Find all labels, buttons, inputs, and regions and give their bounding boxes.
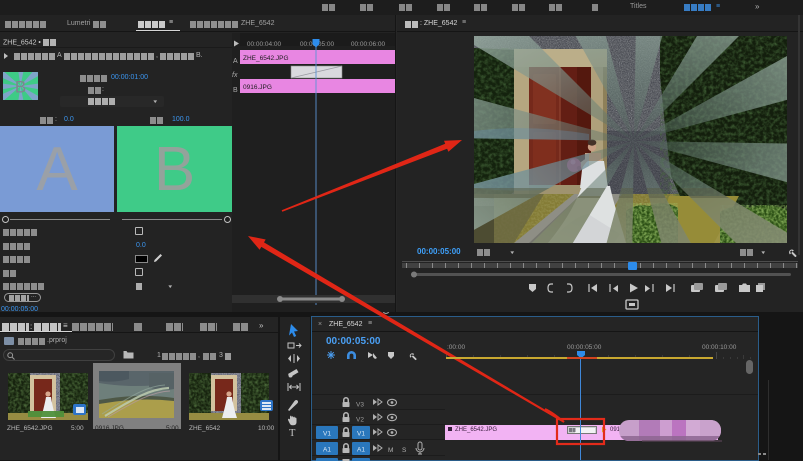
svg-text:V1: V1 [323, 431, 331, 438]
svg-text:S: S [402, 447, 407, 454]
svg-text:A1: A1 [323, 447, 331, 454]
svg-text:V3: V3 [356, 402, 364, 409]
svg-text:B: B [233, 87, 238, 94]
svg-text:00:00:06:00: 00:00:06:00 [351, 41, 386, 48]
svg-text:0916.JPG: 0916.JPG [243, 84, 272, 91]
svg-text:A: A [233, 58, 238, 65]
svg-text:00:00:04:00: 00:00:04:00 [247, 41, 282, 48]
svg-text:ZHE_6542.JPG: ZHE_6542.JPG [243, 55, 289, 62]
svg-text:V1: V1 [357, 431, 365, 438]
svg-text:A1: A1 [357, 447, 365, 454]
svg-text:fx: fx [232, 72, 238, 79]
svg-text:V2: V2 [356, 417, 364, 424]
svg-text:B: B [15, 78, 26, 97]
svg-text:M: M [388, 447, 393, 454]
svg-text:T: T [289, 428, 296, 439]
